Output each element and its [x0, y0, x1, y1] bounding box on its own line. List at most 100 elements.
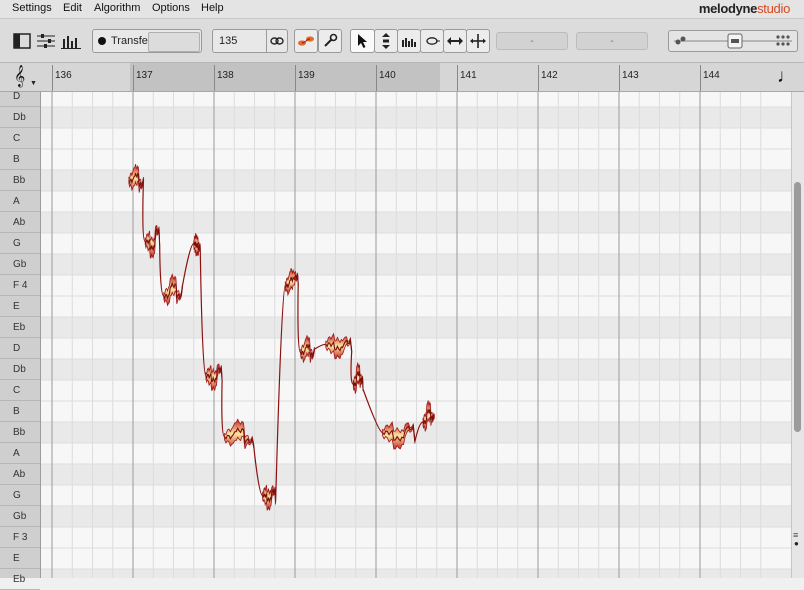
note-assignment-button[interactable] — [60, 29, 82, 53]
note-length-icon[interactable]: ♩ — [777, 66, 796, 88]
disabled-field-a: - — [496, 32, 568, 50]
menu-bar: Settings Edit Algorithm Options Help mel… — [0, 0, 804, 19]
bar-number: 136 — [55, 70, 72, 81]
pitch-key: Bb — [0, 422, 40, 443]
pitch-curve — [275, 284, 286, 503]
horizontal-arrows-icon — [447, 37, 463, 45]
pitch-macro-button[interactable] — [294, 29, 318, 53]
amplitude-bars-icon — [402, 38, 416, 47]
bar-number: 139 — [298, 70, 315, 81]
bar-number: 140 — [379, 70, 396, 81]
zoom-dot-icon[interactable]: ● — [794, 539, 799, 548]
bar-number: 142 — [541, 70, 558, 81]
bar-number: 141 — [460, 70, 477, 81]
scrollbar-thumb[interactable] — [794, 182, 801, 432]
toolbar: Transfer 135 - - — [0, 19, 804, 63]
move-tool-button[interactable] — [466, 29, 490, 53]
treble-clef-icon[interactable]: 𝄞 — [14, 66, 25, 88]
pitch-key: G — [0, 485, 40, 506]
tempo-field[interactable]: 135 — [212, 29, 288, 53]
app-logo: melodynestudio — [699, 1, 790, 16]
bar-number: 138 — [217, 70, 234, 81]
note-editor-canvas[interactable] — [41, 92, 792, 578]
note-separation-tool-button[interactable] — [420, 29, 444, 53]
bar-tick — [538, 65, 539, 91]
menu-settings[interactable]: Settings — [12, 2, 52, 14]
tempo-value: 135 — [219, 35, 238, 47]
note-blob — [382, 420, 416, 450]
bar-tick — [295, 65, 296, 91]
bar-tick — [700, 65, 701, 91]
pitch-key: A — [0, 191, 40, 212]
note-blob — [284, 268, 299, 297]
pitch-key: Db — [0, 107, 40, 128]
disabled-field-b: - — [576, 32, 648, 50]
pitch-key: Gb — [0, 254, 40, 275]
time-tool-button[interactable] — [443, 29, 467, 53]
bar-tick — [52, 65, 53, 91]
pitch-curve — [314, 343, 326, 350]
zoom-slider-icon — [674, 33, 792, 49]
wrench-icon — [324, 33, 338, 47]
menu-edit[interactable]: Edit — [63, 2, 82, 14]
pitch-key: Bb — [0, 170, 40, 191]
pitch-curve — [362, 388, 384, 434]
pitch-arrows-icon — [382, 33, 390, 49]
bar-number: 137 — [136, 70, 153, 81]
pitch-key: F 4 — [0, 275, 40, 296]
mixer-button[interactable] — [35, 29, 57, 53]
timeline-ruler[interactable]: 136 137 138 139 140 141 142 143 144 𝄞 ▼ ♩ — [0, 63, 804, 92]
link-icon — [270, 37, 284, 45]
pitch-key: C — [0, 380, 40, 401]
pitch-curve — [221, 380, 226, 438]
pitch-key: F 3 — [0, 527, 40, 548]
note-blob-icon — [426, 37, 440, 45]
pitch-tool-button[interactable] — [374, 29, 398, 53]
main-tool-button[interactable] — [350, 29, 375, 53]
pitch-ruler: D Db C B Bb A Ab G Gb F 4 E Eb D Db C B Bb A Ab G Gb F 3 E Eb — [0, 91, 41, 590]
menu-options[interactable]: Options — [152, 2, 190, 14]
move-arrows-icon — [470, 34, 486, 48]
bar-tick — [376, 65, 377, 91]
pitch-key: G — [0, 233, 40, 254]
bar-tick — [619, 65, 620, 91]
transfer-button[interactable]: Transfer — [92, 29, 202, 53]
bar-tick — [457, 65, 458, 91]
menu-help[interactable]: Help — [201, 2, 224, 14]
pitch-key: C — [0, 128, 40, 149]
arrow-pointer-icon — [357, 34, 367, 48]
pitch-key: Gb — [0, 506, 40, 527]
record-icon — [98, 37, 106, 45]
pitch-curve — [297, 283, 302, 354]
transfer-progress — [148, 32, 200, 52]
note-editor[interactable] — [41, 92, 792, 578]
brand-edition: studio — [757, 1, 790, 16]
transfer-label: Transfer — [111, 35, 152, 47]
pitch-curve — [199, 246, 207, 377]
pitch-key: Ab — [0, 212, 40, 233]
pitch-key: Eb — [0, 317, 40, 338]
note-blob — [128, 164, 144, 193]
pitch-curve — [253, 445, 264, 497]
pitch-key: Db — [0, 359, 40, 380]
sliders-icon — [37, 34, 55, 48]
pitch-curve — [350, 350, 354, 385]
menu-algorithm[interactable]: Algorithm — [94, 2, 140, 14]
pitch-key: Eb — [0, 569, 40, 590]
pitch-curve — [181, 242, 195, 287]
pitch-key: B — [0, 401, 40, 422]
note-blob — [224, 418, 255, 449]
formant-tool-button[interactable] — [397, 29, 421, 53]
bar-number: 143 — [622, 70, 639, 81]
bar-number: 144 — [703, 70, 720, 81]
bar-tick — [133, 65, 134, 91]
brand-name: melodyne — [698, 1, 758, 16]
view-zoom-slider[interactable] — [668, 30, 798, 52]
pitch-key: Ab — [0, 464, 40, 485]
tools-button[interactable] — [318, 29, 342, 53]
toggle-sidebar-button[interactable] — [11, 29, 33, 53]
bar-tick — [214, 65, 215, 91]
blob-notes-icon — [298, 36, 314, 46]
vertical-scrollbar[interactable]: ≡ ● — [791, 92, 804, 578]
tempo-link-button[interactable] — [266, 30, 287, 52]
